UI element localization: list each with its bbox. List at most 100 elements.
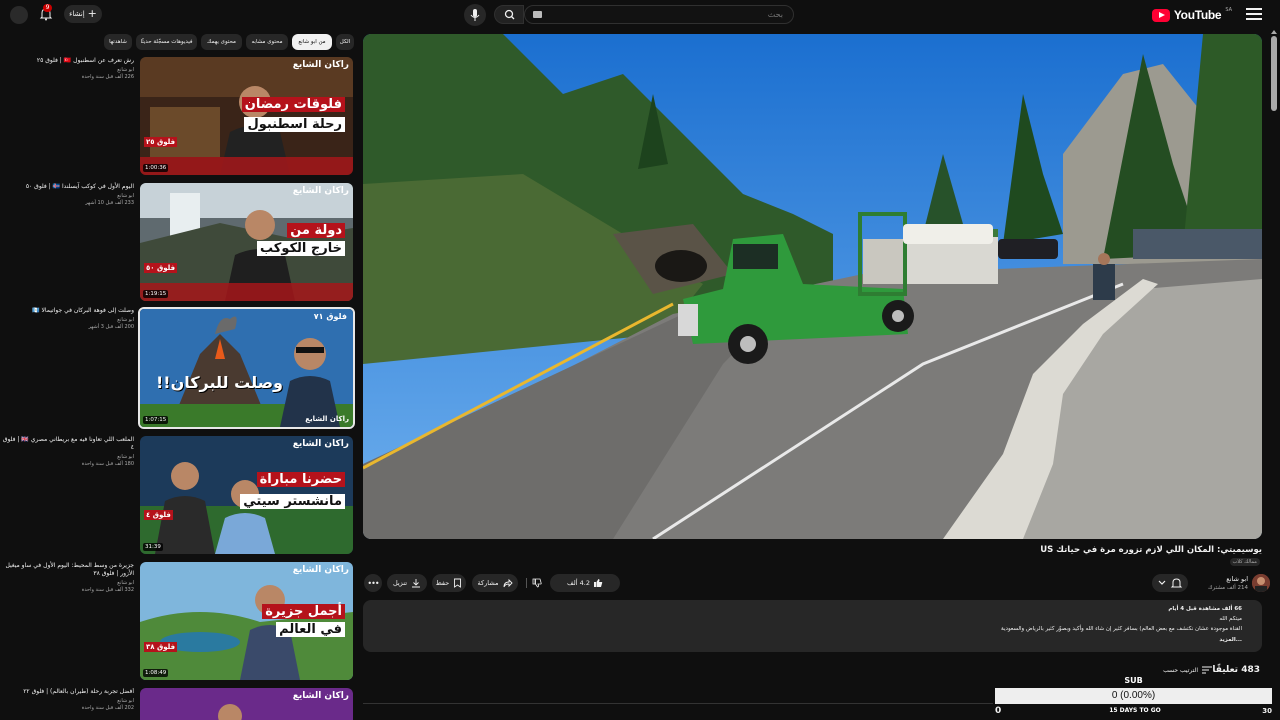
recommendation-thumbnail[interactable]: راكان الشايع [140, 688, 353, 720]
thumb-brand: راكان الشايع [292, 691, 349, 701]
notification-count-badge: 9 [43, 4, 52, 12]
recommendation-title[interactable]: رش تعرف عن اسطنبول 🇹🇷 | فلوق ٢٥ [0, 57, 134, 65]
chip-for-you[interactable]: محتوى يهمك [201, 34, 242, 50]
menu-icon[interactable] [1246, 8, 1262, 20]
search-box[interactable] [524, 5, 794, 24]
recommendation-title[interactable]: وصلت إلى فوهة البركان في جواتيمالا 🇬🇹 [0, 307, 134, 315]
bookmark-icon [454, 578, 462, 588]
thumb-brand: راكان الشايع [292, 60, 349, 70]
account-avatar[interactable] [10, 6, 28, 24]
create-button[interactable]: إنشاء + [64, 5, 102, 23]
chip-all[interactable]: الكل [336, 34, 354, 50]
sub-goal-widget: SUB 0 (0.00%) 0 15 DAYS TO GO 30 [995, 676, 1272, 720]
search-icon [504, 9, 515, 20]
video-player[interactable] [363, 34, 1262, 539]
video-duration: 1:07:15 [143, 416, 169, 424]
description-box[interactable]: 66 ألف مشاهدة قبل 4 أيام ميتكم الله القن… [363, 600, 1262, 652]
recommendation-channel[interactable]: ابو شانع [0, 67, 134, 73]
download-label: تنزيل [392, 579, 408, 587]
sub-goal-days-left: 15 DAYS TO GO [1109, 707, 1161, 714]
thumbnail-image [140, 562, 353, 680]
recommendation-thumbnail[interactable]: فلوق ٧١ وصلت للبركان!! راكان الشايع 1:07… [138, 307, 355, 429]
video-duration: 1:19:15 [143, 290, 169, 298]
masthead: YouTube SA إنشاء + 9 [0, 0, 1280, 30]
save-label: حفظ [435, 579, 450, 587]
microphone-icon [470, 9, 480, 21]
thumb-text-line-1: وصلت للبركان!! [155, 373, 283, 392]
recommendation-meta: الملعب اللي تعاونا فيه مع بريطاني مصري 🇬… [0, 436, 134, 467]
sub-goal-label: SUB [1124, 676, 1143, 685]
thumb-brand: راكان الشايع [292, 565, 349, 575]
channel-avatar-image [1252, 574, 1270, 592]
sort-label: الترتيب حسب [1163, 666, 1198, 674]
chip-from-channel[interactable]: من ابو شانع [292, 34, 332, 50]
thumb-text-line-2: رحلة اسطنبول [244, 117, 345, 132]
save-button[interactable]: حفظ [432, 574, 466, 592]
scrollbar-thumb[interactable] [1271, 36, 1277, 111]
recommendation-thumbnail[interactable]: راكان الشايع أجمل جزيرة في العالم فلوق ٣… [140, 562, 353, 680]
search-input[interactable] [543, 6, 793, 23]
recommendation-item[interactable]: راكان الشايع أفضل تجربة رحلة (طيران بالع… [0, 688, 356, 720]
recommendation-channel[interactable]: ابو شانع [0, 580, 134, 586]
title-chip[interactable]: ممالك كلاب [1229, 558, 1260, 566]
search-button[interactable] [494, 5, 524, 24]
sort-icon [1202, 666, 1212, 674]
keyboard-icon[interactable] [533, 11, 542, 18]
youtube-logo[interactable]: YouTube SA [1151, 7, 1232, 23]
more-actions-button[interactable]: ••• [364, 574, 382, 592]
recommendation-thumbnail[interactable]: راكان الشايع حضرنا مباراة مانشستر سيتي ف… [140, 436, 353, 554]
video-duration: 1:08:49 [143, 669, 169, 677]
description-more[interactable]: ...المزيد [1219, 637, 1242, 643]
recommendation-item[interactable]: فلوق ٧١ وصلت للبركان!! راكان الشايع 1:07… [0, 307, 356, 429]
thumb-text-line-1: أجمل جزيرة [262, 604, 345, 619]
recommendation-stats: 200 ألف قبل 3 أشهر [88, 324, 134, 330]
thumb-badge: فلوق ٣٨ [144, 642, 178, 652]
recommendation-meta: رش تعرف عن اسطنبول 🇹🇷 | فلوق ٢٥ ابو شانع… [0, 57, 134, 80]
download-button[interactable]: تنزيل [387, 574, 427, 592]
sort-comments-button[interactable]: الترتيب حسب [1163, 666, 1212, 674]
subscribed-button[interactable] [1152, 574, 1188, 592]
channel-avatar[interactable] [1252, 574, 1270, 592]
recommendation-title[interactable]: اليوم الأول في كوكب آيسلندا 🇮🇸 | فلوق ٥٠ [0, 183, 134, 191]
recommendation-channel[interactable]: ابو شانع [0, 454, 134, 460]
download-icon [412, 579, 421, 588]
description-stats: 66 ألف مشاهدة قبل 4 أيام [1168, 606, 1242, 612]
recommendation-thumbnail[interactable]: راكان الشايع فلوقات رمضان رحلة اسطنبول ف… [140, 57, 353, 175]
like-button[interactable]: 4.2 ألف [567, 578, 603, 588]
scrollbar-up-arrow[interactable] [1271, 30, 1277, 34]
recommendation-channel[interactable]: ابو شانع [0, 317, 134, 323]
thumb-badge: فلوق ٥٠ [144, 263, 178, 273]
recommendation-item[interactable]: راكان الشايع أجمل جزيرة في العالم فلوق ٣… [0, 562, 356, 682]
recommendation-thumbnail[interactable]: راكان الشايع دولة من خارج الكوكب فلوق ٥٠… [140, 183, 353, 301]
recommendation-channel[interactable]: ابو شانع [0, 698, 134, 704]
create-label: إنشاء [69, 10, 85, 18]
thumb-brand: راكان الشايع [292, 186, 349, 196]
recommendation-title[interactable]: جزيرة من وسط المحيط: اليوم الأول في ساو … [0, 562, 134, 578]
thumb-badge: فلوق ٢٥ [144, 137, 178, 147]
recommendation-item[interactable]: راكان الشايع فلوقات رمضان رحلة اسطنبول ف… [0, 57, 356, 177]
video-frame [363, 34, 1262, 539]
share-button[interactable]: مشاركة [472, 574, 518, 592]
like-dislike-group: 4.2 ألف [550, 574, 620, 592]
share-label: مشاركة [477, 579, 499, 587]
voice-search-button[interactable] [464, 4, 486, 26]
chip-similar[interactable]: محتوى مشابه [246, 34, 288, 50]
recommendation-item[interactable]: راكان الشايع دولة من خارج الكوكب فلوق ٥٠… [0, 183, 356, 303]
thumb-badge: فلوق ٤ [144, 510, 173, 520]
recommendation-stats: 202 ألف قبل سنة واحدة [81, 705, 134, 711]
recommendation-item[interactable]: راكان الشايع حضرنا مباراة مانشستر سيتي ف… [0, 436, 356, 556]
chip-watched[interactable]: شاهدتها [104, 34, 132, 50]
recommendation-title[interactable]: أفضل تجربة رحلة (طيران بالعالم) | فلوق ٢… [0, 688, 134, 696]
video-title: يوسيميتي: المكان اللي لازم تزوره مرة في … [1040, 545, 1262, 555]
thumbs-down-icon[interactable] [531, 578, 543, 588]
recommendation-meta: أفضل تجربة رحلة (طيران بالعالم) | فلوق ٢… [0, 688, 134, 711]
channel-name[interactable]: ابو شانع [1226, 575, 1248, 583]
chip-recently-uploaded[interactable]: فيديوهات مسجّلة حديثًا [136, 34, 197, 50]
recommendation-stats: 180 ألف قبل سنة واحدة [81, 461, 134, 467]
recommendation-channel[interactable]: ابو شانع [0, 193, 134, 199]
thumb-brand: راكان الشايع [305, 415, 349, 423]
recommendation-meta: جزيرة من وسط المحيط: اليوم الأول في ساو … [0, 562, 134, 593]
recommendation-title[interactable]: الملعب اللي تعاونا فيه مع بريطاني مصري 🇬… [0, 436, 134, 452]
recommendation-meta: اليوم الأول في كوكب آيسلندا 🇮🇸 | فلوق ٥٠… [0, 183, 134, 206]
thumb-text-line-2: خارج الكوكب [257, 241, 345, 256]
